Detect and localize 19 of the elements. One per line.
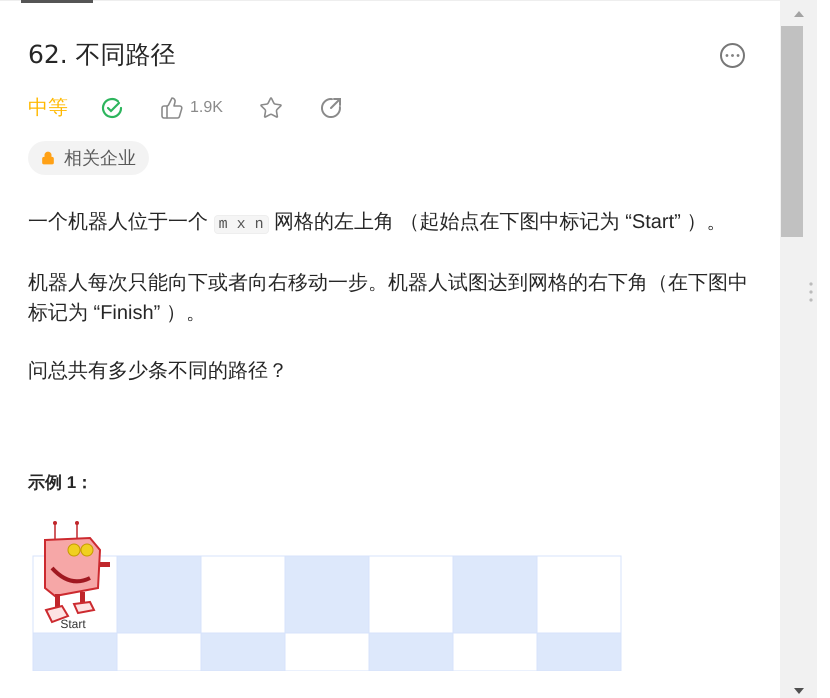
resize-handle-icon[interactable]: [809, 282, 813, 302]
scroll-down-icon[interactable]: [792, 687, 804, 695]
description-paragraph: 一个机器人位于一个 m x n 网格的左上角 （起始点在下图中标记为 “Start” ）。: [28, 210, 728, 236]
example-heading: 示例 1：: [28, 472, 94, 494]
tab-indicator: [21, 0, 93, 3]
thumbs-up-icon: [160, 96, 184, 120]
scroll-up-icon[interactable]: [792, 10, 804, 18]
start-label: Start: [60, 616, 86, 630]
difficulty-label: 中等: [28, 96, 69, 121]
company-tag[interactable]: 相关企业: [28, 141, 149, 175]
star-icon[interactable]: [258, 96, 283, 120]
problem-title: 62. 不同路径: [28, 39, 176, 72]
scrollbar-thumb[interactable]: [781, 26, 803, 237]
scrollbar[interactable]: [780, 0, 817, 698]
share-icon[interactable]: [318, 96, 343, 120]
more-options-icon[interactable]: [720, 42, 745, 68]
description-paragraph: 问总共有多少条不同的路径？: [28, 359, 289, 384]
description-paragraph: 机器人每次只能向下或者向右移动一步。机器人试图达到网格的右下角（在下图中标记为 “Finish” ）。: [28, 271, 749, 326]
like-button[interactable]: 1.9K: [160, 96, 223, 120]
